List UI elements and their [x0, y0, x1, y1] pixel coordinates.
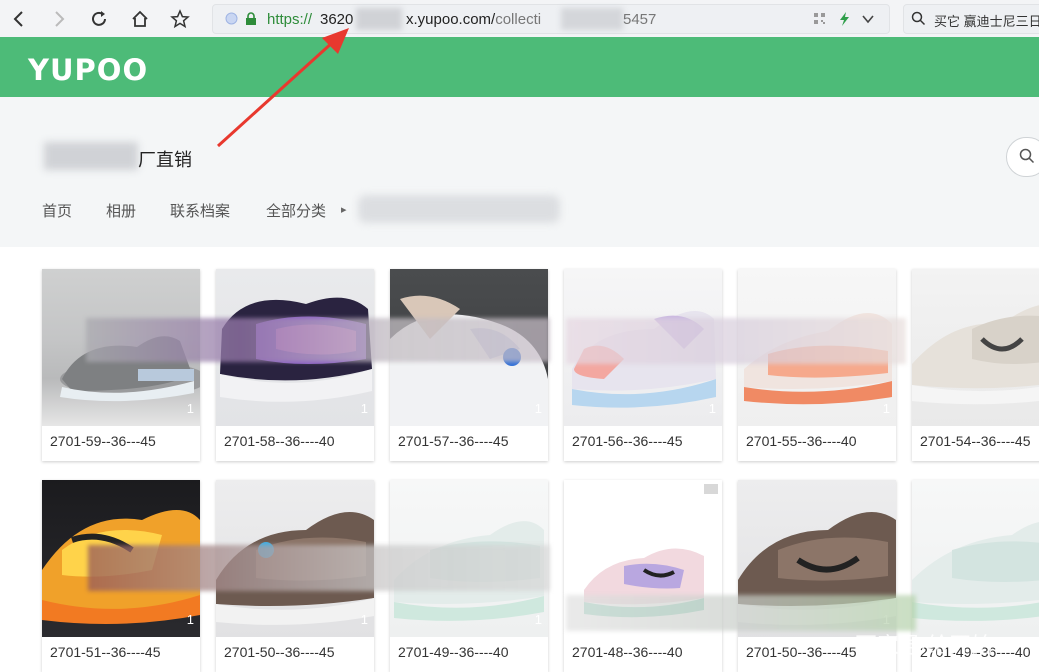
watermark-text: 百家号/给开始	[855, 633, 994, 658]
annotation-arrow	[216, 28, 349, 148]
